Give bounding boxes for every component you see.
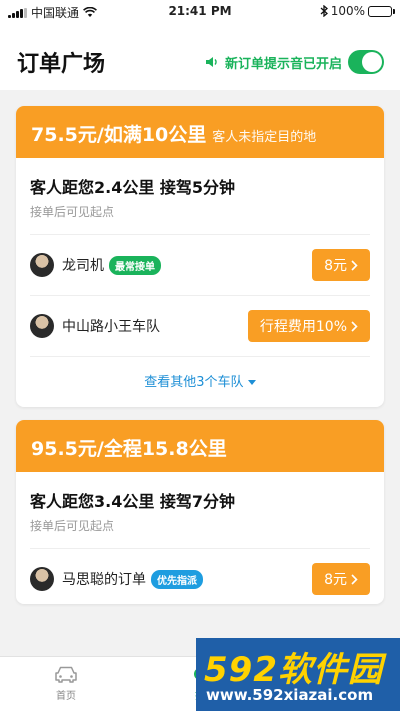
accept-button-label: 8元	[324, 258, 347, 274]
header: 订单广场 新订单提示音已开启	[0, 22, 400, 90]
chevron-right-icon	[351, 320, 358, 332]
driver-row: 马思聪的订单 优先指派 8元	[16, 549, 384, 604]
driver-tag: 最常接单	[109, 255, 161, 275]
more-fleets-link[interactable]: 查看其他3个车队	[16, 357, 384, 405]
order-hint: 接单后可见起点	[30, 519, 115, 533]
bluetooth-icon	[320, 5, 328, 17]
page-title: 订单广场	[17, 52, 106, 77]
order-card: 75.5元/如满10公里 客人未指定目的地 客人距您2.4公里 接驾5分钟 接单…	[16, 106, 384, 407]
order-header: 75.5元/如满10公里 客人未指定目的地	[16, 106, 384, 158]
watermark: 592软件园 www.592xiazai.com	[196, 638, 400, 711]
driver-name: 马思聪的订单	[62, 572, 146, 588]
accept-button-label: 8元	[324, 572, 347, 588]
driver-name: 中山路小王车队	[62, 319, 160, 335]
chevron-right-icon	[351, 573, 358, 585]
driver-row: 中山路小王车队 行程费用10%	[16, 296, 384, 356]
watermark-url: www.592xiazai.com	[206, 686, 374, 704]
avatar	[30, 567, 54, 591]
watermark-logo: 592软件园	[204, 650, 383, 690]
driver-tag: 优先指派	[151, 569, 203, 589]
tab-home[interactable]: 首页	[36, 665, 96, 702]
driver-row: 龙司机 最常接单 8元	[16, 235, 384, 295]
battery-label: 100%	[330, 4, 365, 18]
order-price: 75.5元/如满10公里	[31, 124, 207, 146]
tab-home-label: 首页	[56, 691, 76, 702]
sound-toggle[interactable]	[348, 50, 384, 74]
avatar	[30, 314, 54, 338]
car-icon	[55, 666, 77, 683]
toggle-knob	[362, 52, 382, 72]
avatar	[30, 253, 54, 277]
order-card: 95.5元/全程15.8公里 客人距您3.4公里 接驾7分钟 接单后可见起点 马…	[16, 420, 384, 604]
order-price: 95.5元/全程15.8公里	[31, 438, 227, 460]
more-fleets-label: 查看其他3个车队	[144, 375, 244, 390]
driver-name: 龙司机	[62, 258, 104, 274]
sound-notice-label: 新订单提示音已开启	[224, 56, 342, 72]
accept-button[interactable]: 8元	[312, 249, 370, 281]
battery-icon	[368, 5, 395, 17]
order-distance: 客人距您2.4公里 接驾5分钟	[30, 178, 236, 197]
order-header: 95.5元/全程15.8公里	[16, 420, 384, 472]
accept-button[interactable]: 行程费用10%	[247, 310, 370, 342]
status-right: 100%	[320, 4, 395, 18]
sound-notice: 新订单提示音已开启	[205, 50, 384, 74]
order-hint: 接单后可见起点	[30, 205, 115, 219]
status-bar: 中国联通 21:41 PM 100%	[0, 0, 400, 22]
accept-button[interactable]: 8元	[312, 563, 370, 595]
accept-button-label: 行程费用10%	[259, 319, 347, 335]
order-price-note: 客人未指定目的地	[212, 130, 317, 145]
order-distance: 客人距您3.4公里 接驾7分钟	[30, 492, 236, 511]
chevron-right-icon	[351, 259, 358, 271]
speaker-icon	[205, 57, 217, 67]
caret-down-icon	[247, 380, 256, 385]
